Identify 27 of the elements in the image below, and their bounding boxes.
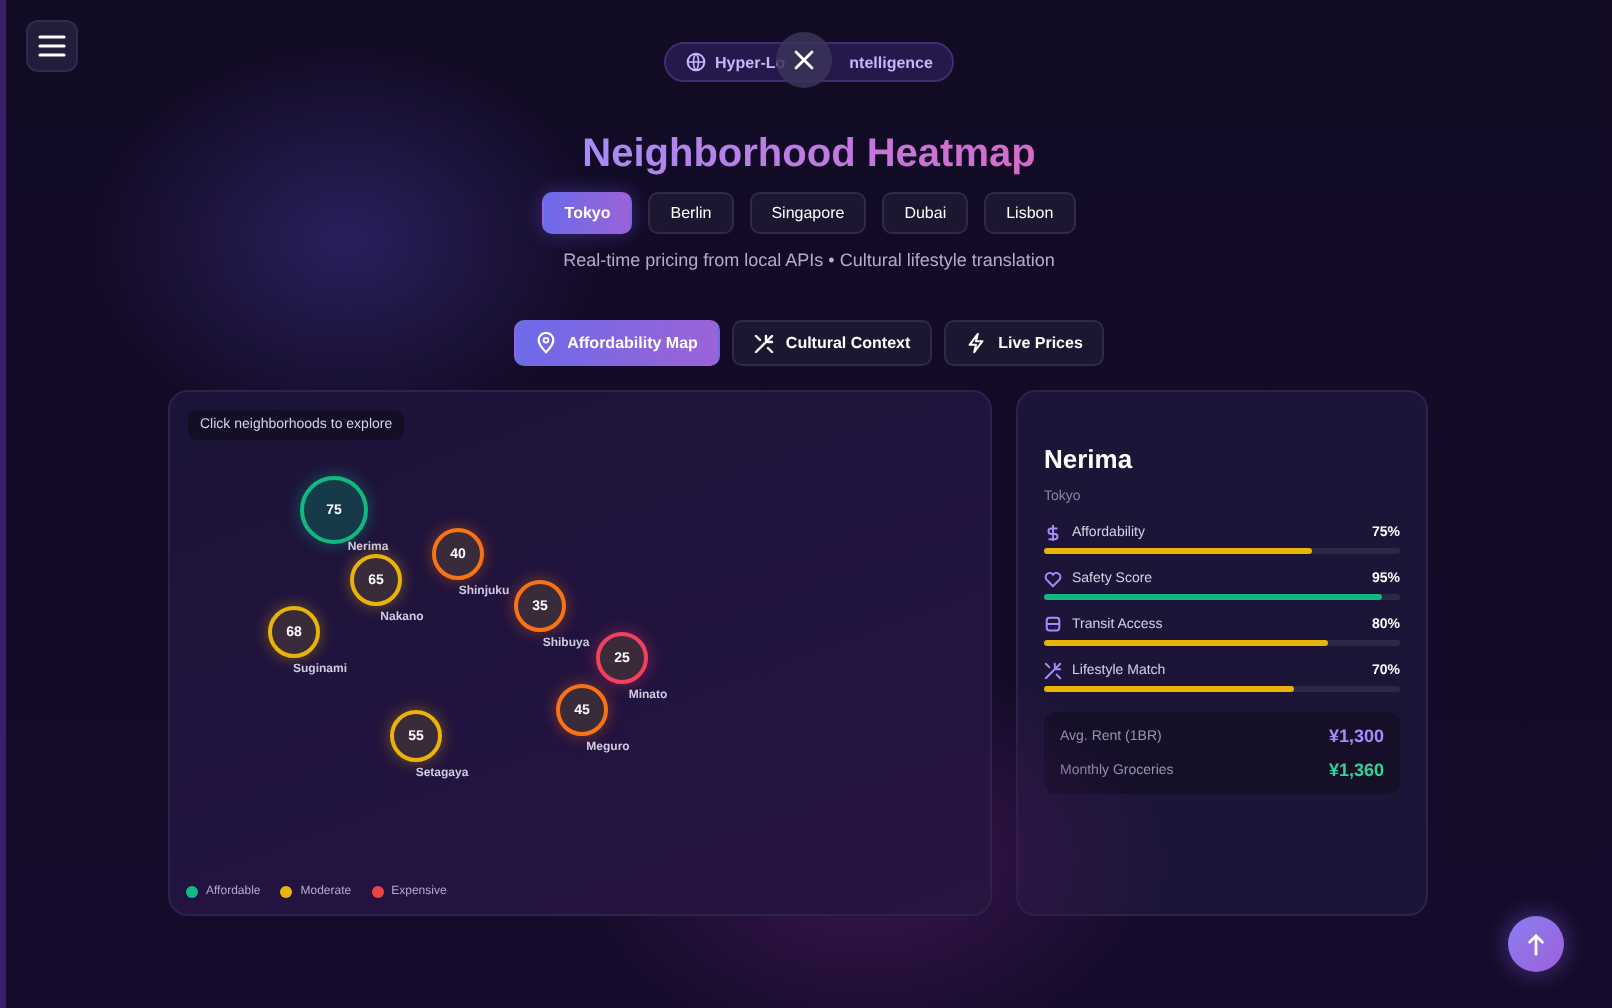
- badge-text: ntelligence: [849, 53, 933, 71]
- view-tab[interactable]: Live Prices: [944, 320, 1105, 366]
- neighborhood-name: Nerima: [1044, 444, 1135, 474]
- view-tab[interactable]: Affordability Map: [513, 320, 720, 366]
- close-icon: [794, 50, 815, 70]
- train-icon: [1044, 616, 1062, 634]
- scroll-top-button[interactable]: [1508, 916, 1564, 972]
- city-tab[interactable]: Berlin: [648, 192, 734, 234]
- menu-icon: [38, 34, 66, 58]
- cost-value: ¥1,360: [1328, 760, 1384, 780]
- badge-text: Hyper-Lo: [715, 53, 786, 71]
- bolt-icon: [966, 332, 987, 354]
- heart-icon: [1044, 570, 1062, 588]
- city-tab[interactable]: Dubai: [882, 192, 969, 234]
- view-tab[interactable]: Cultural Context: [731, 320, 933, 366]
- city-tab[interactable]: Singapore: [749, 192, 867, 234]
- cost-value: ¥1,300: [1328, 726, 1384, 746]
- arrow-up-icon: [1526, 933, 1546, 955]
- globe-icon: [685, 52, 706, 72]
- subtitle: Real-time pricing from local APIs • Cultural lifestyle translation: [563, 250, 1055, 270]
- sparkle-icon: [753, 333, 774, 353]
- dollar-icon: [1044, 524, 1062, 542]
- sparkle-icon: [1044, 662, 1062, 680]
- pin-icon: [535, 332, 556, 354]
- menu-button[interactable]: [26, 20, 78, 72]
- city-tab[interactable]: Lisbon: [984, 192, 1076, 234]
- city-tab[interactable]: Tokyo: [542, 192, 633, 234]
